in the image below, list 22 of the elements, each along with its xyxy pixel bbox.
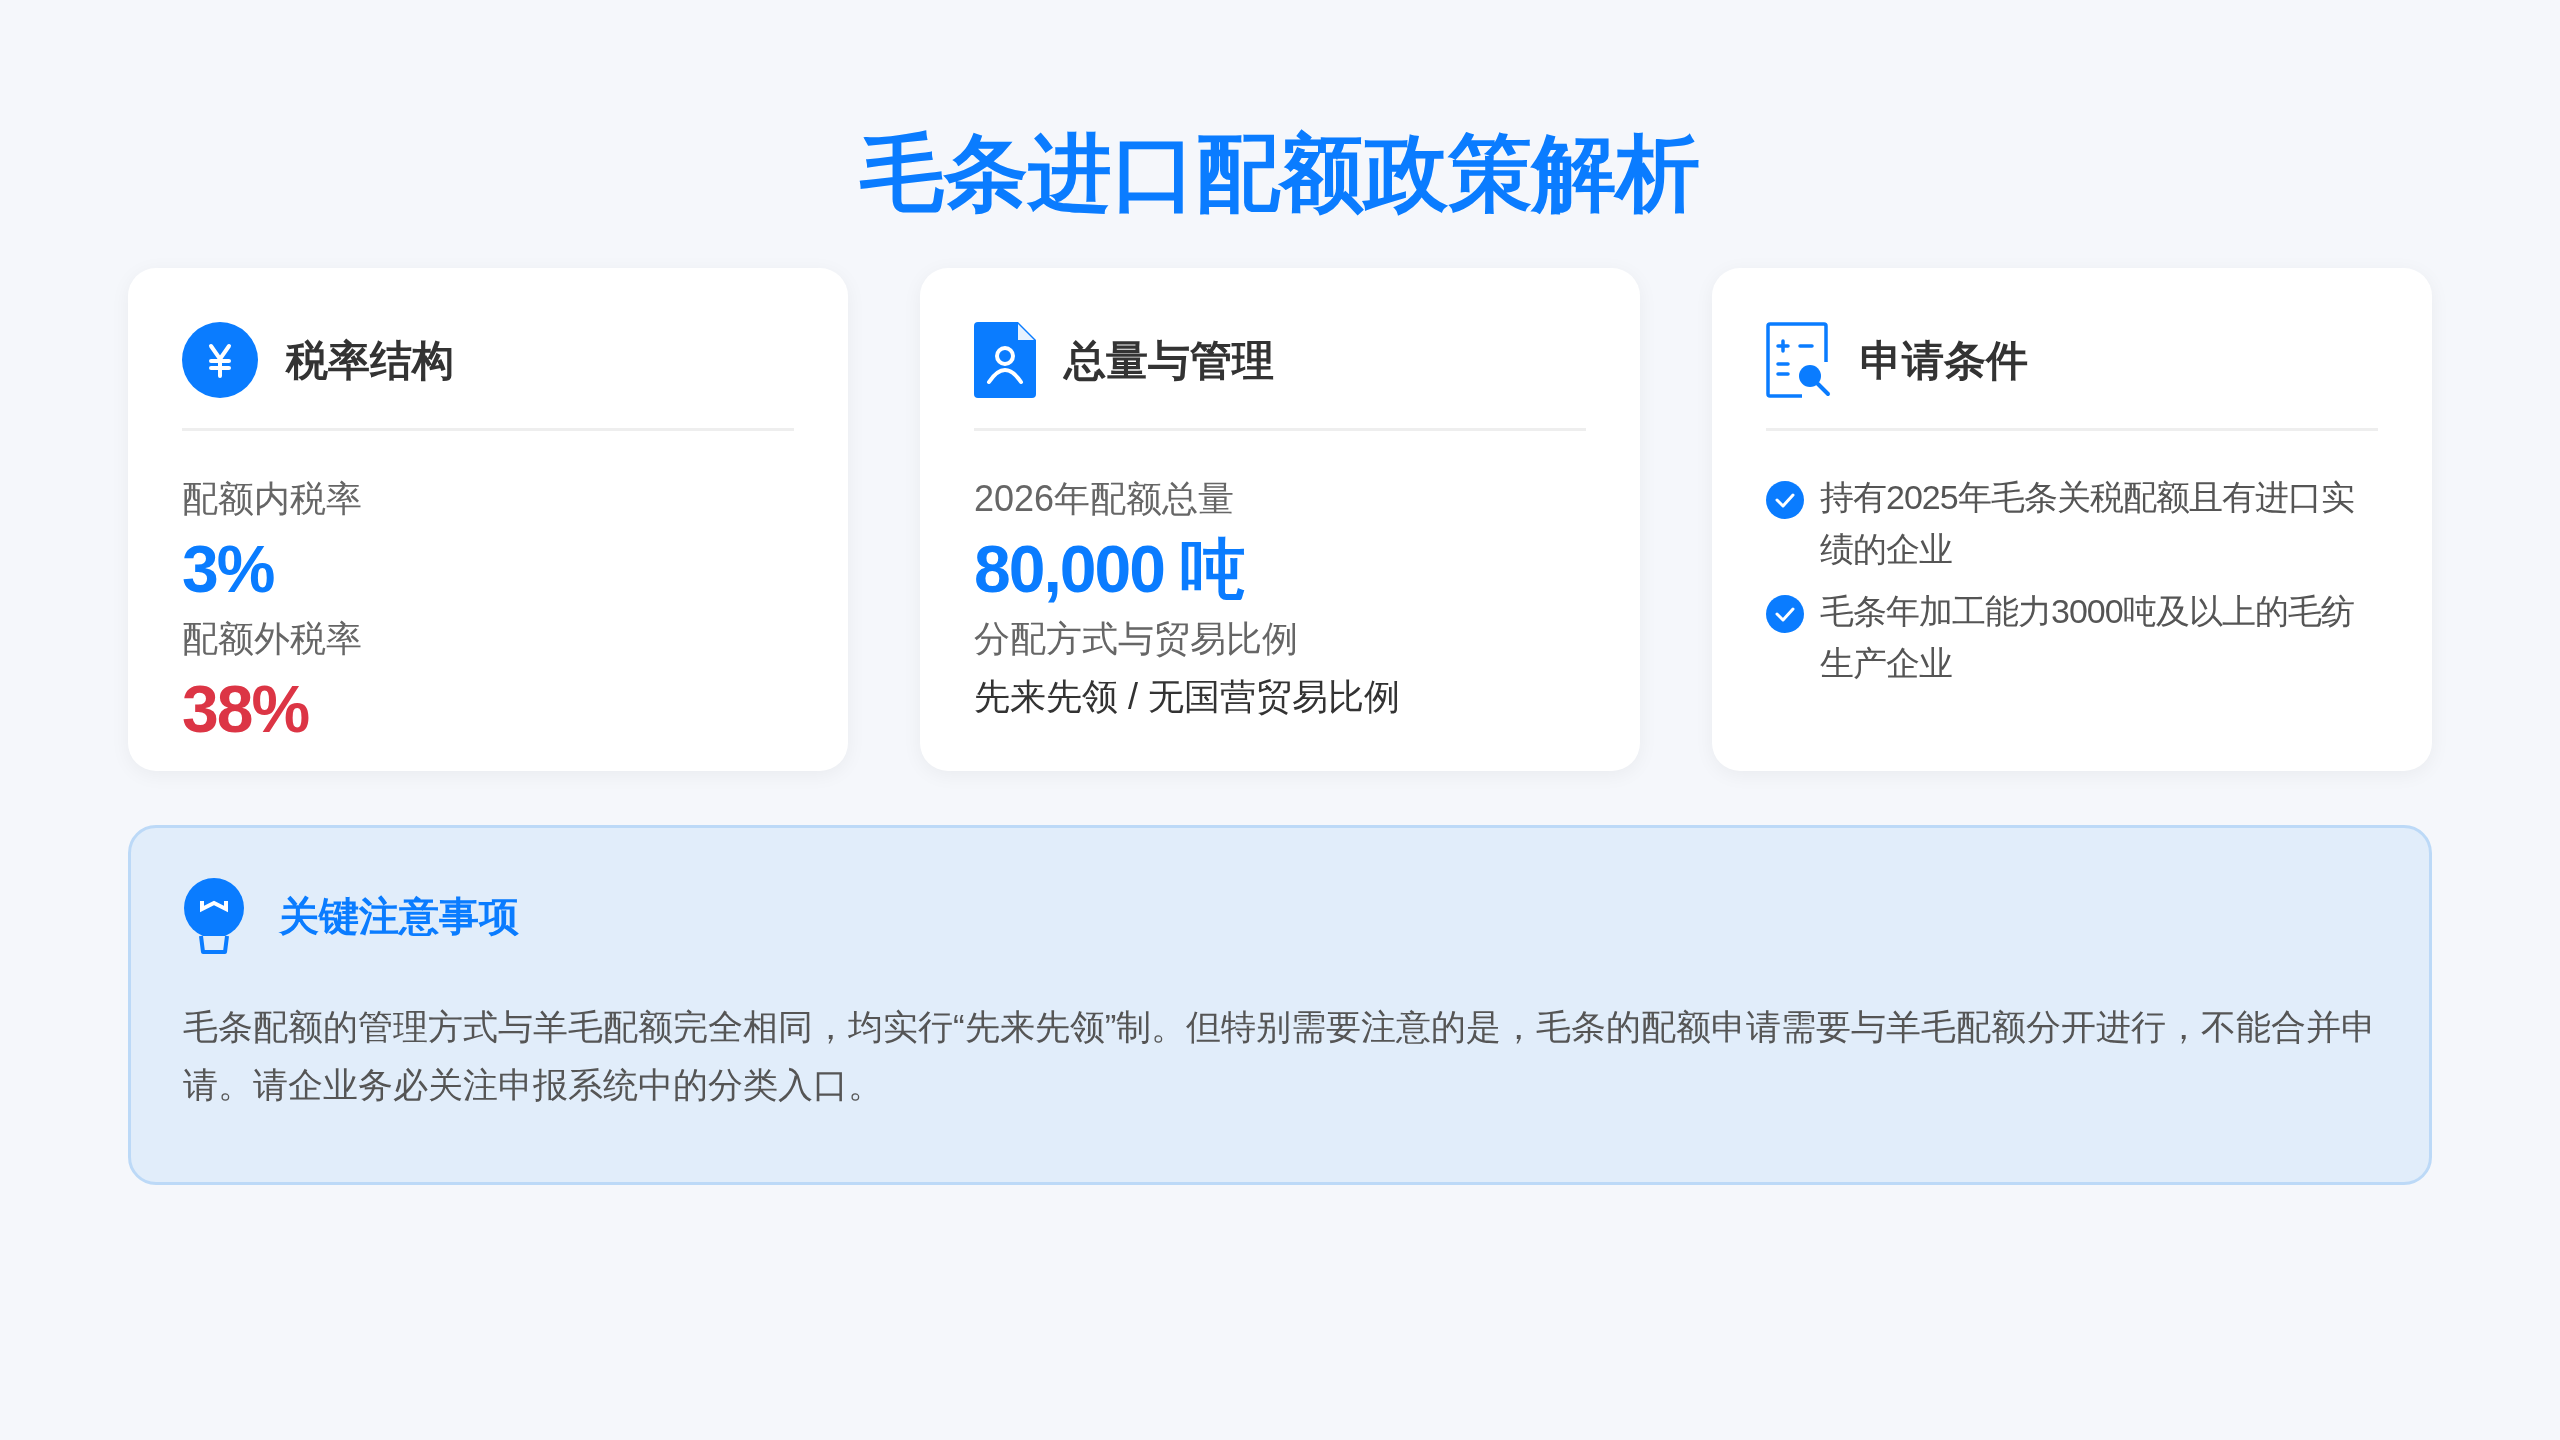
page-title: 毛条进口配额政策解析 [860, 125, 1700, 222]
condition-text: 持有2025年毛条关税配额且有进口实绩的企业 [1820, 477, 2355, 570]
document-search-icon [1766, 322, 1832, 398]
note-heading: 关键注意事项 [279, 893, 519, 940]
card-heading: 申请条件 [1860, 335, 2028, 386]
yen-icon [182, 322, 258, 398]
metric-value: 3% [182, 531, 274, 608]
card-heading: 总量与管理 [1064, 335, 1274, 386]
lightbulb-icon [183, 878, 245, 954]
condition-text: 毛条年加工能力3000吨及以上的毛纺生产企业 [1820, 591, 2355, 684]
metric-value: 80,000 吨 [974, 531, 1245, 608]
document-person-icon [974, 322, 1036, 398]
metric-label: 分配方式与贸易比例 [974, 617, 1299, 661]
metric-label: 2026年配额总量 [974, 477, 1236, 521]
check-icon [1766, 595, 1804, 633]
note-text: 毛条配额的管理方式与羊毛配额完全相同，均实行“先来先领”制。但特别需要注意的是，毛条的配额申请需要与羊毛配额分开进行，不能合并申请。请企业务必关注申报系统中的分类入口。 [183, 1006, 2377, 1106]
check-icon [1766, 481, 1804, 519]
card-heading: 税率结构 [286, 335, 454, 386]
metric-label: 配额外税率 [182, 617, 363, 661]
metric-value: 先来先领 / 无国营贸易比例 [974, 675, 1400, 719]
metric-value: 38% [182, 671, 309, 748]
metric-label: 配额内税率 [182, 477, 363, 521]
